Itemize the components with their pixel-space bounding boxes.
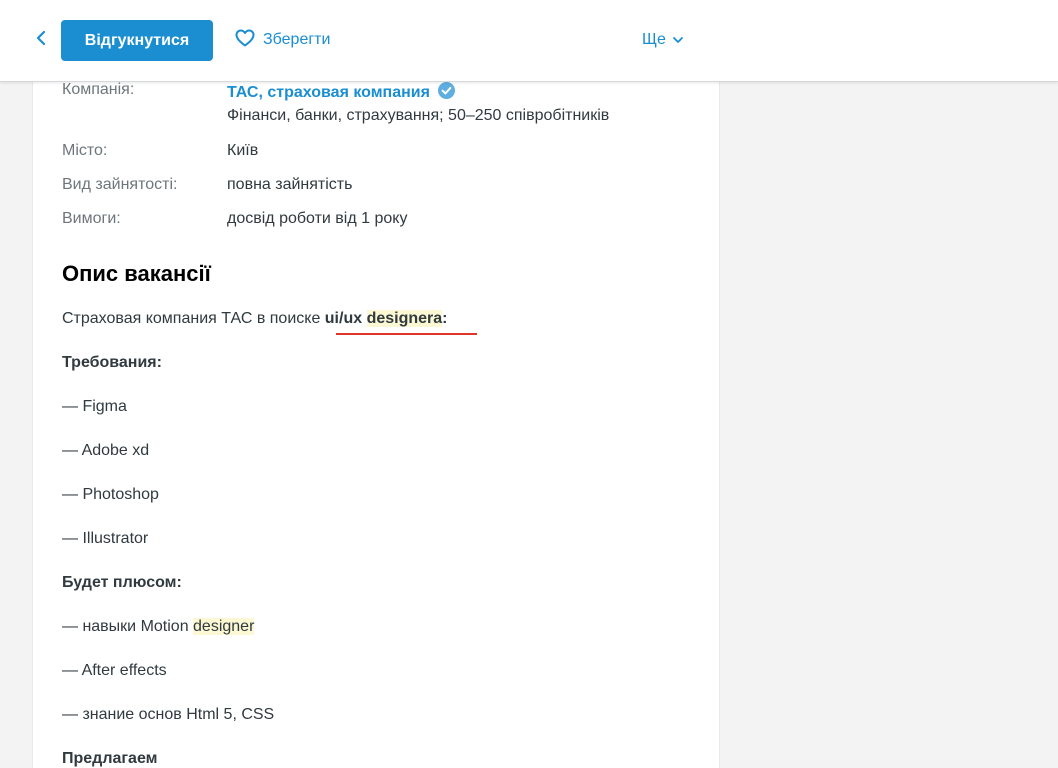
plus-heading: Будет плюсом:	[62, 574, 182, 591]
intro-prefix: Страховая компания ТАС в поиске	[62, 310, 325, 327]
description-intro: Страховая компания ТАС в поиске ui/ux de…	[62, 310, 447, 328]
requirement-item: — Photoshop	[62, 486, 159, 503]
apply-button[interactable]: Відгукнутися	[61, 20, 213, 61]
intro-colon: :	[442, 310, 448, 327]
requirement-item: — Illustrator	[62, 530, 149, 547]
plus-item: — навыки Motion designer	[62, 618, 255, 636]
company-name: ТАС, страховая компания	[227, 84, 430, 101]
back-button[interactable]	[30, 28, 52, 52]
save-button[interactable]: Зберегти	[235, 28, 330, 52]
chevron-down-icon	[672, 31, 684, 49]
red-underline	[336, 333, 477, 335]
intro-ui: ui/ux	[324, 310, 367, 327]
verified-icon	[437, 82, 455, 104]
requirement-item: — Figma	[62, 398, 127, 415]
city-value: Київ	[227, 142, 259, 159]
requirements-heading: Требования:	[62, 354, 162, 371]
description-title: Опис вакансії	[62, 261, 211, 286]
requirements-label: Вимоги:	[62, 210, 121, 227]
more-label: Ще	[642, 31, 666, 48]
more-menu-button[interactable]: Ще	[642, 28, 684, 52]
requirements-value: досвід роботи від 1 року	[227, 210, 408, 227]
employment-label: Вид зайнятості:	[62, 176, 178, 193]
company-details: Фінанси, банки, страхування; 50–250 спів…	[227, 107, 610, 124]
top-action-bar: Відгукнутися Зберегти Ще	[0, 0, 1058, 82]
company-label: Компанія:	[62, 81, 135, 98]
plus-item: — After effects	[62, 662, 167, 679]
save-label: Зберегти	[263, 31, 331, 48]
company-link[interactable]: ТАС, страховая компания	[227, 82, 455, 104]
plus-item-highlight: designer	[193, 618, 255, 635]
intro-designera: designera	[366, 310, 443, 327]
chevron-left-icon	[35, 30, 47, 51]
employment-value: повна зайнятість	[227, 176, 353, 193]
plus-item-prefix: — навыки Motion	[62, 618, 194, 635]
heart-icon	[235, 29, 255, 52]
offer-heading: Предлагаем	[62, 750, 158, 767]
requirement-item: — Adobe xd	[62, 442, 150, 459]
city-label: Місто:	[62, 142, 108, 159]
plus-item: — знание основ Html 5, CSS	[62, 706, 275, 723]
